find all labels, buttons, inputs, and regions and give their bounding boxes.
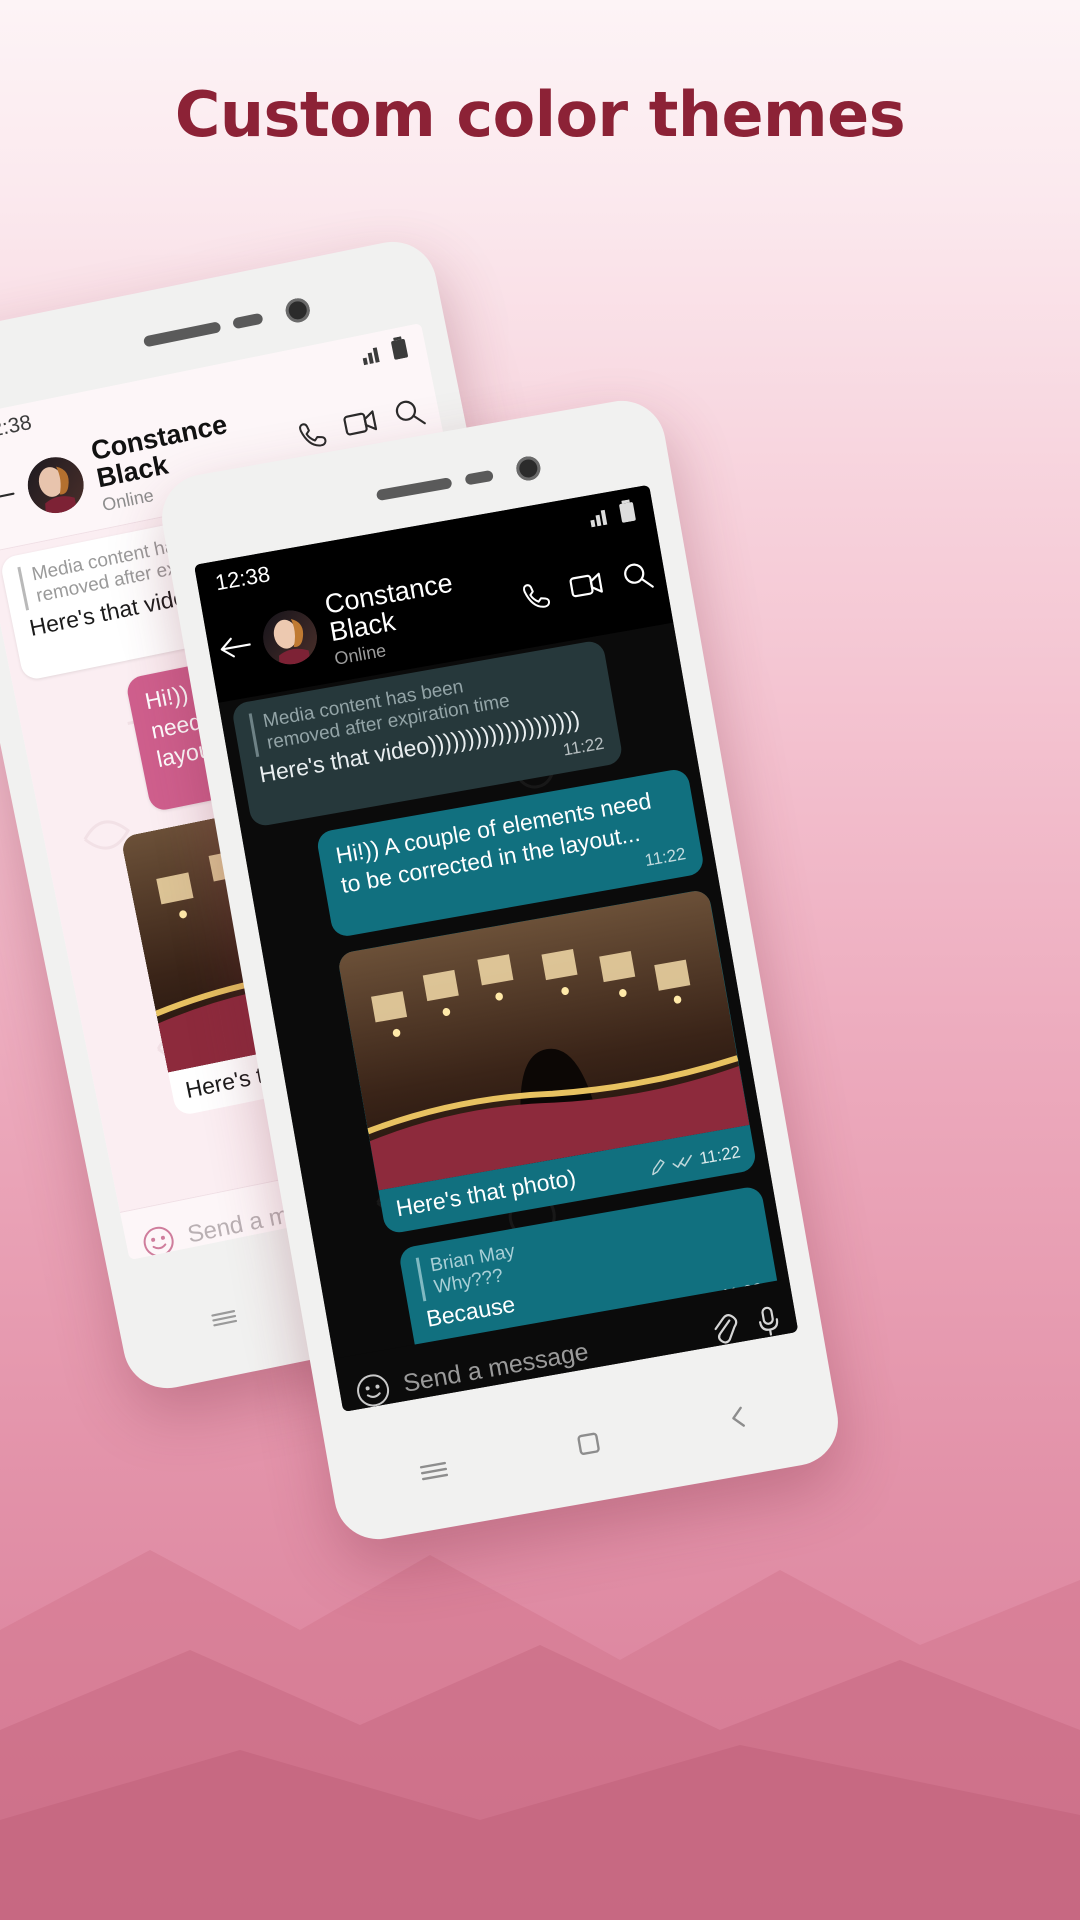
paperclip-icon[interactable] (708, 1310, 741, 1346)
avatar[interactable] (258, 605, 322, 669)
front-camera-icon (283, 296, 312, 325)
sensor-slot (464, 469, 494, 486)
earpiece-speaker (142, 321, 222, 348)
status-bar-indicators (588, 499, 637, 529)
photo-status: 11:22 (648, 1142, 742, 1178)
front-camera-icon (514, 454, 543, 483)
menu-icon[interactable] (208, 1305, 240, 1335)
signal-bars-icon (590, 509, 608, 528)
phone-call-icon[interactable] (294, 415, 329, 450)
smiley-face-icon[interactable] (353, 1370, 392, 1409)
smiley-face-icon[interactable] (140, 1223, 178, 1260)
signal-bars-icon (362, 347, 380, 366)
menu-icon[interactable] (418, 1457, 452, 1489)
page-title: Custom color themes (174, 78, 906, 151)
status-bar-time: 12:38 (0, 410, 34, 444)
avatar[interactable] (22, 451, 89, 519)
battery-icon (391, 336, 408, 360)
microphone-icon[interactable] (753, 1303, 782, 1339)
composer-actions (708, 1303, 782, 1347)
search-icon[interactable] (392, 395, 427, 430)
message-time: 11:22 (697, 1142, 742, 1169)
message-input-placeholder[interactable]: Send a message (401, 1338, 591, 1399)
video-camera-icon[interactable] (341, 406, 380, 440)
photo-message[interactable]: Here's that photo) 11:22 (337, 888, 758, 1235)
contact-avatar-image (22, 451, 89, 519)
back-chevron-icon[interactable] (726, 1402, 751, 1436)
back-arrow-icon[interactable] (0, 480, 17, 513)
earpiece-speaker (375, 477, 453, 502)
contact-avatar-image (258, 605, 322, 669)
status-bar-indicators (360, 335, 409, 366)
search-icon[interactable] (620, 559, 655, 594)
phone-call-icon[interactable] (518, 577, 553, 612)
home-square-icon[interactable] (573, 1428, 604, 1463)
double-check-icon (672, 1154, 692, 1168)
back-arrow-icon[interactable] (217, 629, 254, 664)
sensor-slot (232, 312, 264, 330)
header-actions (518, 559, 655, 612)
video-camera-icon[interactable] (567, 568, 605, 601)
battery-icon (619, 499, 636, 523)
status-bar-time: 12:38 (213, 561, 272, 596)
pencil-edit-icon (651, 1158, 665, 1175)
message-list[interactable]: Media content has been removed after exp… (218, 622, 789, 1359)
